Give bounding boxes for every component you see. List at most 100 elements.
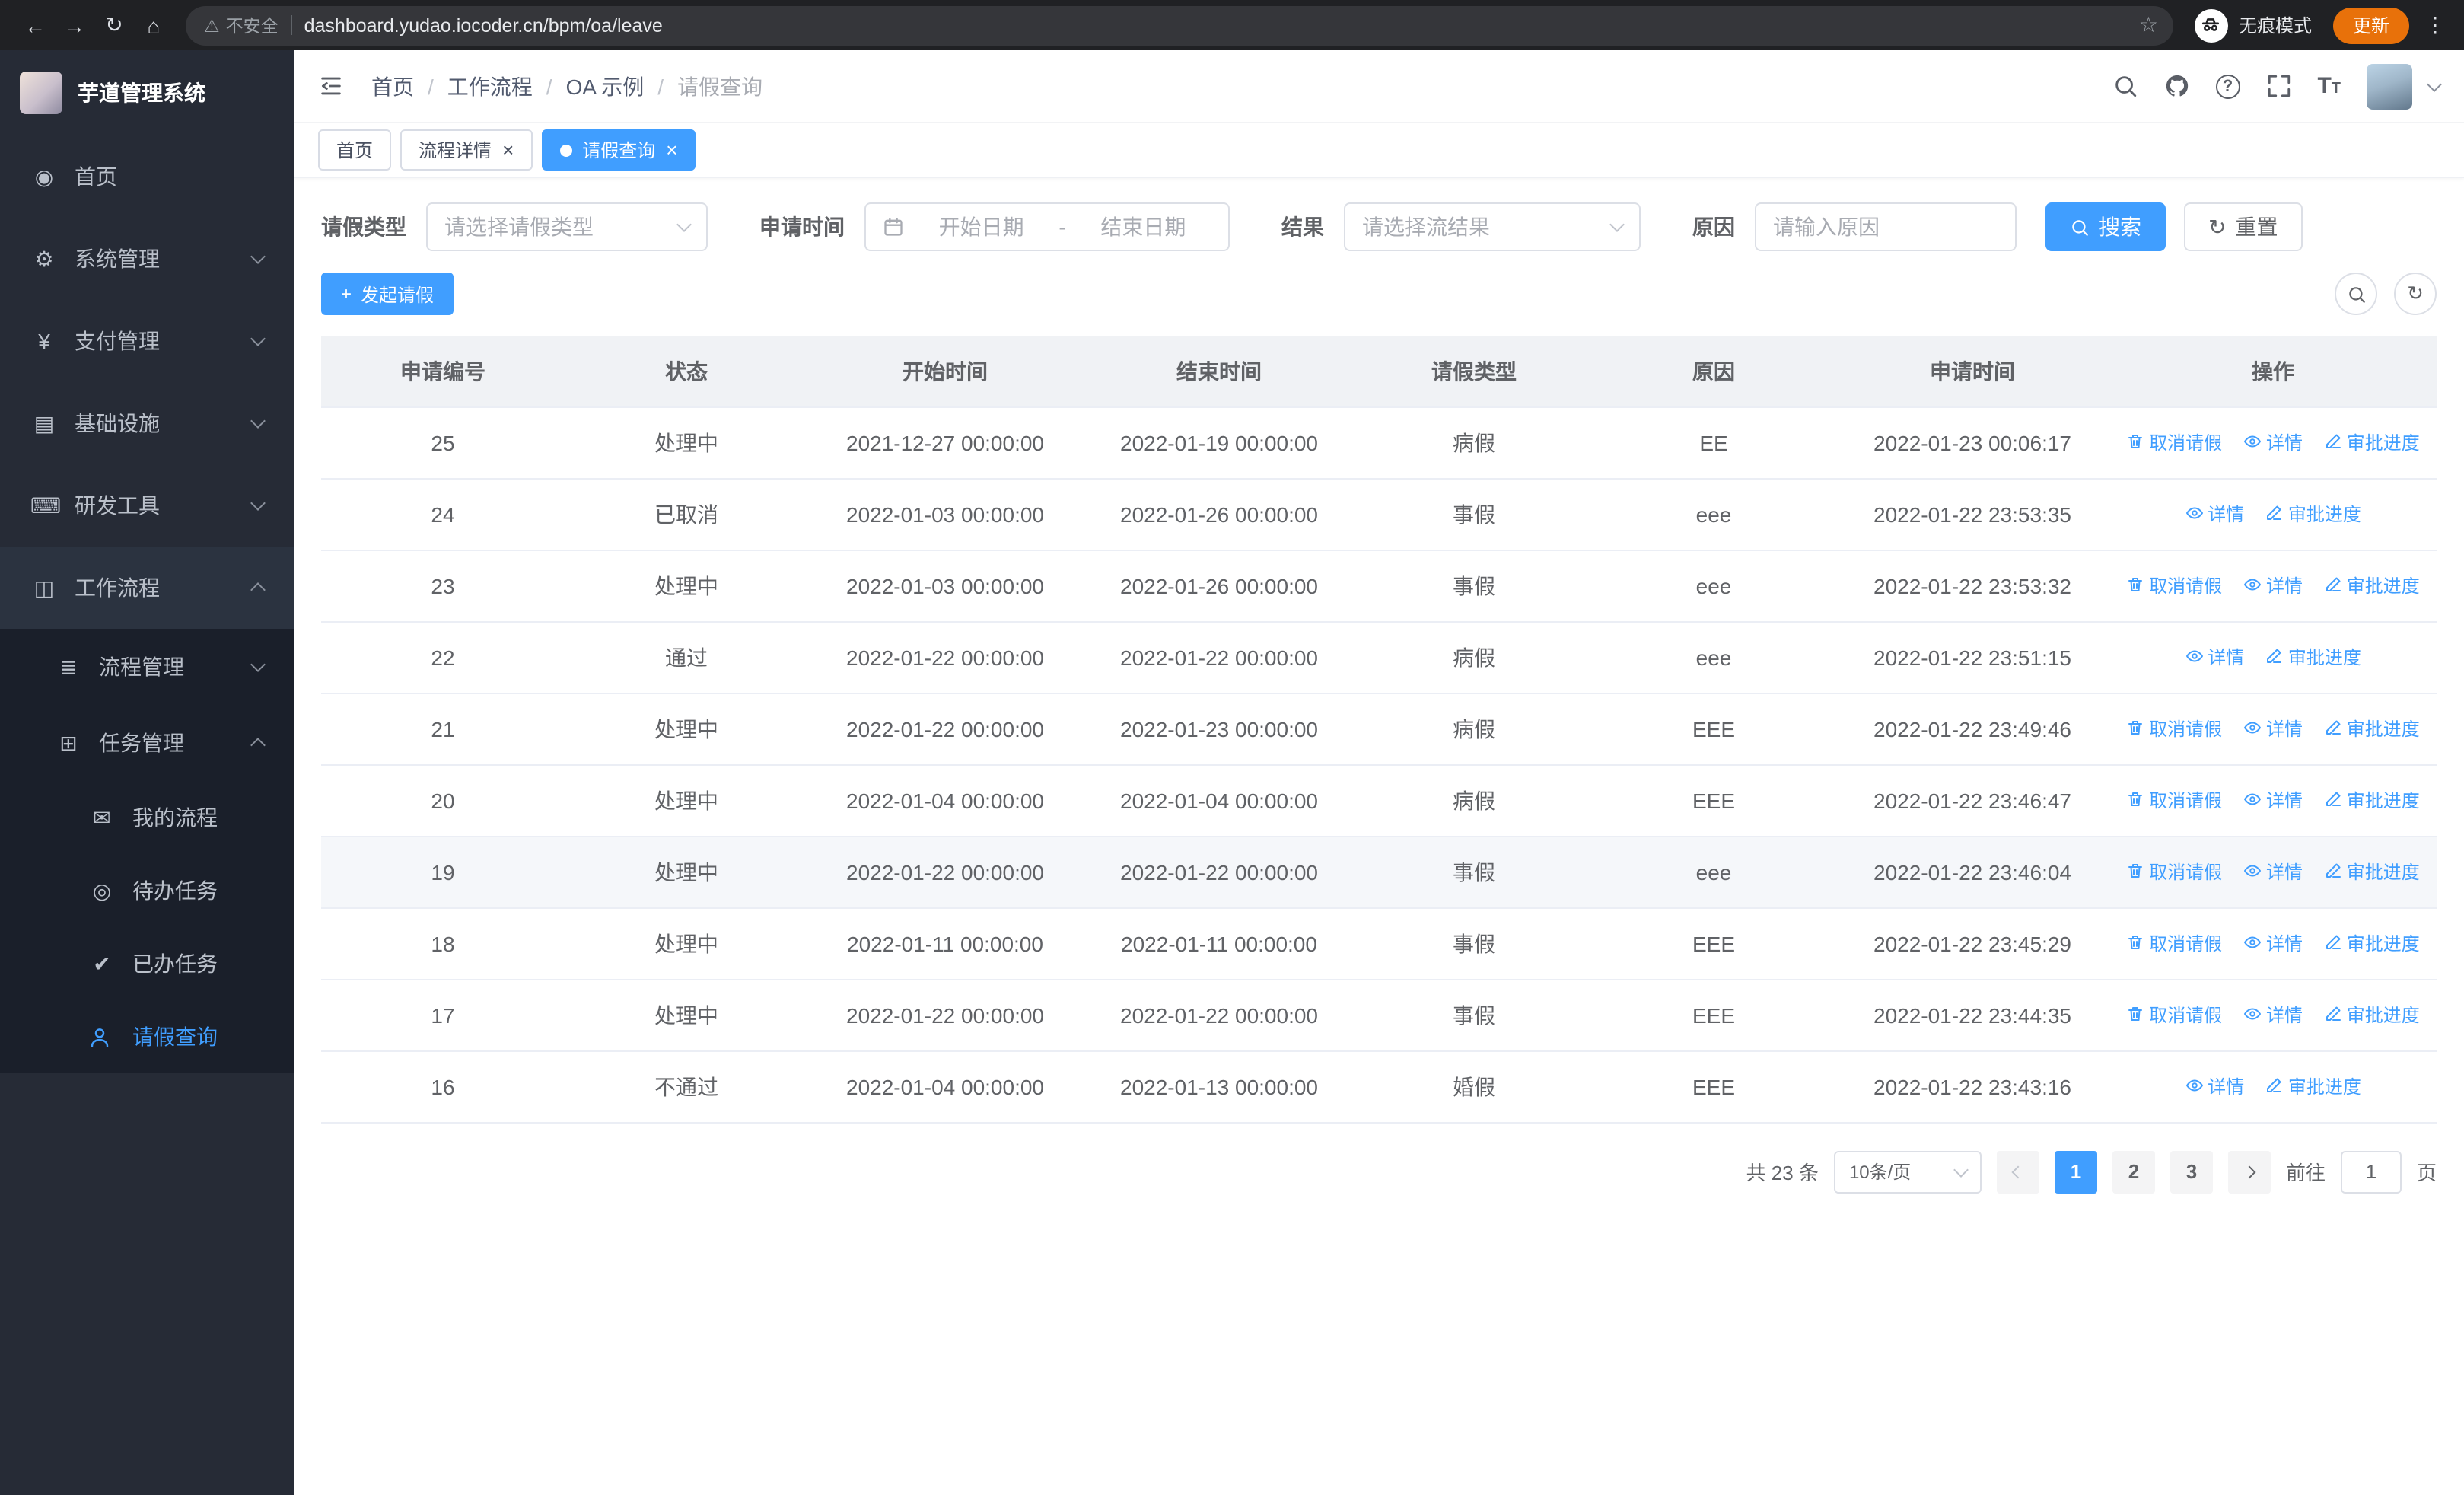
sidebar-item-devtools[interactable]: ⌨ 研发工具: [0, 464, 294, 547]
approval-progress-link[interactable]: 审批进度: [2324, 1002, 2420, 1028]
page-button-3[interactable]: 3: [2170, 1150, 2213, 1193]
sidebar-item-my-process[interactable]: ✉ 我的流程: [0, 781, 294, 854]
reset-button[interactable]: ↻ 重置: [2184, 202, 2303, 251]
cell-end-time: 2022-01-23 00:00:00: [1082, 693, 1356, 765]
pen-icon: [2326, 435, 2341, 449]
collapse-sidebar-button[interactable]: [318, 73, 344, 99]
browser-home-button[interactable]: ⌂: [134, 5, 173, 45]
search-button[interactable]: 搜索: [2045, 202, 2166, 251]
cancel-leave-link[interactable]: 取消请假: [2126, 429, 2222, 455]
approval-progress-link[interactable]: 审批进度: [2324, 716, 2420, 741]
result-select[interactable]: 请选择流结果: [1344, 202, 1641, 251]
leave-type-select[interactable]: 请选择请假类型: [426, 202, 708, 251]
prev-page-button[interactable]: [1996, 1150, 2039, 1193]
cell-apply-time: 2022-01-22 23:46:47: [1835, 764, 2109, 837]
close-icon[interactable]: ×: [502, 140, 514, 160]
workflow-submenu: ≣ 流程管理 ⊞ 任务管理 ✉ 我的流程 ◎ 待办任务 ✔ 已办任务 请假查询: [0, 629, 294, 1073]
cancel-leave-link[interactable]: 取消请假: [2126, 716, 2222, 741]
github-button[interactable]: [2163, 73, 2189, 99]
detail-link[interactable]: 详情: [2243, 572, 2303, 598]
next-page-button[interactable]: [2227, 1150, 2271, 1193]
sidebar-item-payment[interactable]: ¥ 支付管理: [0, 300, 294, 382]
tab-process-detail[interactable]: 流程详情 ×: [400, 129, 533, 171]
sidebar-item-task-management[interactable]: ⊞ 任务管理: [0, 705, 294, 781]
end-date-input[interactable]: 结束日期: [1075, 212, 1211, 242]
approval-progress-link[interactable]: 审批进度: [2265, 501, 2361, 527]
cell-end-time: 2022-01-22 00:00:00: [1082, 979, 1356, 1051]
cell-apply-time: 2022-01-22 23:53:32: [1835, 550, 2109, 622]
reason-input[interactable]: [1773, 215, 1998, 239]
detail-link[interactable]: 详情: [2243, 859, 2303, 885]
breadcrumb-oa-example[interactable]: OA 示例: [566, 71, 645, 101]
cancel-leave-link[interactable]: 取消请假: [2126, 1002, 2222, 1028]
sidebar-item-infrastructure[interactable]: ▤ 基础设施: [0, 382, 294, 464]
header-actions: ? TT: [2112, 63, 2442, 109]
browser-menu-icon[interactable]: ⋮: [2421, 12, 2449, 38]
browser-update-button[interactable]: 更新: [2332, 7, 2409, 43]
incognito-label: 无痕模式: [2238, 15, 2312, 37]
approval-progress-link[interactable]: 审批进度: [2324, 787, 2420, 813]
detail-link[interactable]: 详情: [2185, 1073, 2244, 1099]
help-button[interactable]: ?: [2215, 74, 2240, 98]
approval-progress-link[interactable]: 审批进度: [2265, 1073, 2361, 1099]
cell-reason: EEE: [1592, 764, 1835, 837]
page-size-select[interactable]: 10条/页: [1833, 1150, 1982, 1193]
approval-progress-link[interactable]: 审批进度: [2265, 644, 2361, 670]
detail-link[interactable]: 详情: [2243, 930, 2303, 956]
goto-page-input[interactable]: [2340, 1150, 2402, 1193]
sidebar-item-todo-tasks[interactable]: ◎ 待办任务: [0, 854, 294, 927]
sidebar-item-workflow[interactable]: ◫ 工作流程: [0, 547, 294, 629]
address-bar[interactable]: ⚠ 不安全 dashboard.yudao.iocoder.cn/bpm/oa/…: [186, 5, 2173, 45]
bookmark-star-icon[interactable]: ☆: [2139, 12, 2158, 38]
sidebar-item-leave-query[interactable]: 请假查询: [0, 1000, 294, 1073]
fullscreen-button[interactable]: [2265, 73, 2291, 99]
detail-link[interactable]: 详情: [2185, 501, 2244, 527]
cell-status: 处理中: [565, 406, 808, 479]
sidebar-item-home[interactable]: ◉ 首页: [0, 135, 294, 218]
url-text[interactable]: dashboard.yudao.iocoder.cn/bpm/oa/leave: [304, 14, 2139, 36]
approval-progress-link[interactable]: 审批进度: [2324, 572, 2420, 598]
refresh-table-button[interactable]: ↻: [2394, 273, 2437, 315]
page-button-1[interactable]: 1: [2054, 1150, 2097, 1193]
breadcrumb-home[interactable]: 首页: [371, 71, 414, 101]
font-size-button[interactable]: TT: [2317, 73, 2341, 99]
breadcrumb: 首页 / 工作流程 / OA 示例 / 请假查询: [371, 71, 762, 101]
cancel-leave-link[interactable]: 取消请假: [2126, 787, 2222, 813]
cell-start-time: 2022-01-03 00:00:00: [808, 478, 1082, 550]
app-logo-row[interactable]: 芋道管理系统: [0, 50, 294, 135]
tab-home[interactable]: 首页: [318, 129, 392, 171]
detail-link[interactable]: 详情: [2243, 1002, 2303, 1028]
cell-apply-id: 19: [321, 836, 565, 908]
cancel-leave-link[interactable]: 取消请假: [2126, 930, 2222, 956]
cancel-leave-link[interactable]: 取消请假: [2126, 859, 2222, 885]
detail-link[interactable]: 详情: [2243, 787, 2303, 813]
page-button-2[interactable]: 2: [2112, 1150, 2155, 1193]
toggle-search-button[interactable]: [2335, 273, 2377, 315]
cancel-leave-link[interactable]: 取消请假: [2126, 572, 2222, 598]
start-date-input[interactable]: 开始日期: [913, 212, 1049, 242]
detail-link[interactable]: 详情: [2243, 429, 2303, 455]
detail-link[interactable]: 详情: [2185, 644, 2244, 670]
sidebar-item-done-tasks[interactable]: ✔ 已办任务: [0, 927, 294, 1000]
tab-leave-query[interactable]: 请假查询 ×: [541, 129, 696, 171]
avatar-chevron-icon[interactable]: [2427, 76, 2442, 91]
browser-back-button[interactable]: ←: [15, 5, 55, 45]
create-leave-button[interactable]: + 发起请假: [321, 273, 454, 315]
cell-status: 处理中: [565, 693, 808, 765]
approval-progress-link[interactable]: 审批进度: [2324, 930, 2420, 956]
sidebar-item-process-management[interactable]: ≣ 流程管理: [0, 629, 294, 705]
security-warning[interactable]: ⚠ 不安全: [204, 13, 279, 37]
search-button[interactable]: [2112, 73, 2138, 99]
breadcrumb-workflow[interactable]: 工作流程: [447, 71, 533, 101]
approval-progress-link[interactable]: 审批进度: [2324, 429, 2420, 455]
cell-apply-id: 20: [321, 764, 565, 837]
browser-forward-button[interactable]: →: [55, 5, 94, 45]
user-avatar[interactable]: [2367, 63, 2412, 109]
browser-reload-button[interactable]: ↻: [94, 5, 134, 45]
detail-link[interactable]: 详情: [2243, 716, 2303, 741]
sidebar-item-system[interactable]: ⚙ 系统管理: [0, 218, 294, 300]
approval-progress-link[interactable]: 审批进度: [2324, 859, 2420, 885]
apply-time-range-picker[interactable]: 开始日期 - 结束日期: [864, 202, 1230, 251]
total-count: 共 23 条: [1746, 1162, 1819, 1184]
close-icon[interactable]: ×: [666, 140, 677, 160]
